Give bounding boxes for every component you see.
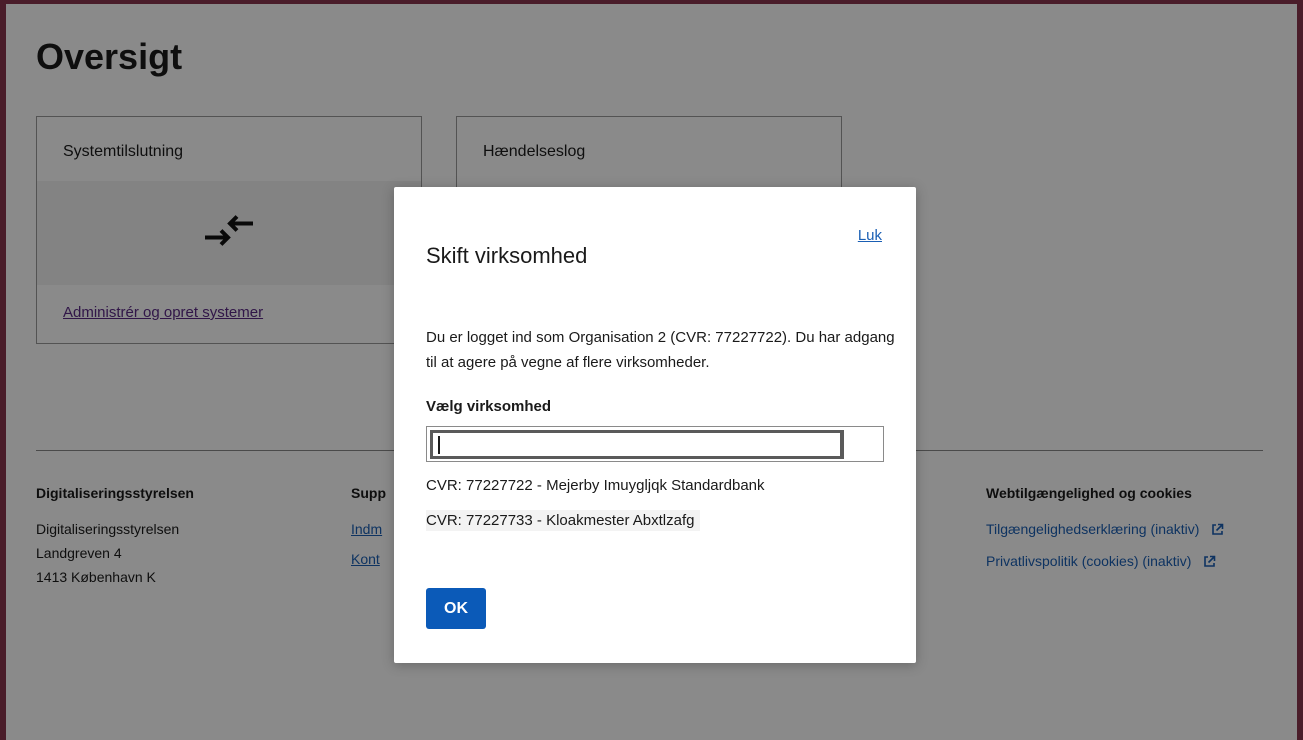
dialog-title: Skift virksomhed [426, 243, 588, 268]
close-link[interactable]: Luk [858, 227, 882, 244]
dialog-description: Du er logget ind som Organisation 2 (CVR… [426, 329, 895, 371]
company-select-label: Vælg virksomhed [426, 398, 552, 415]
company-option[interactable]: CVR: 77227722 - Mejerby Imuygljqk Standa… [426, 475, 765, 496]
company-option[interactable]: CVR: 77227733 - Kloakmester Abxtlzafg [426, 510, 701, 531]
company-search-input[interactable] [426, 426, 884, 462]
app-frame: Oversigt Systemtilslutning Administrér o… [0, 0, 1303, 740]
ok-button[interactable]: OK [426, 588, 486, 629]
text-caret [438, 436, 440, 454]
switch-company-dialog: Skift virksomhed Luk Du er logget ind so… [394, 187, 916, 663]
